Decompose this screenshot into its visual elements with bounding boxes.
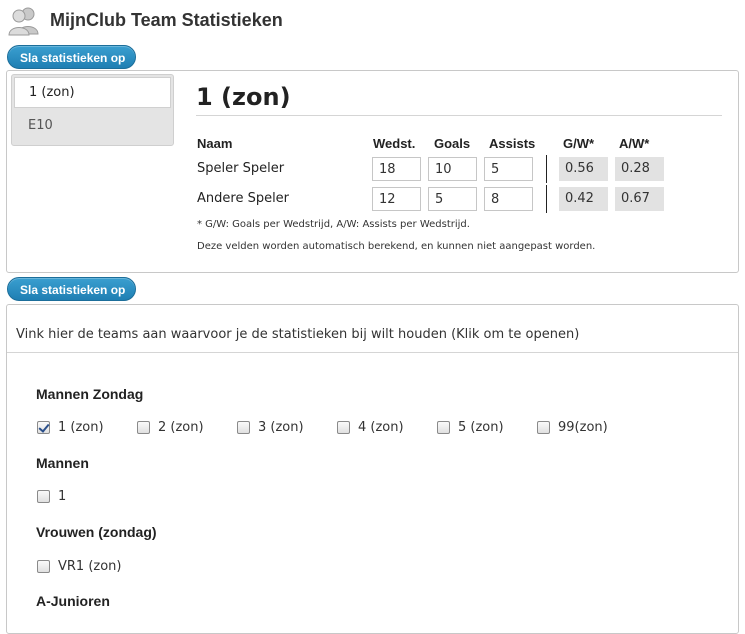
group-heading: A-Junioren <box>36 593 110 609</box>
checkbox[interactable] <box>37 560 50 573</box>
group-heading: Mannen <box>36 455 89 471</box>
group-heading: Vrouwen (zondag) <box>36 524 157 540</box>
group-heading: Mannen Zondag <box>36 386 144 402</box>
team-checkbox-label: 2 (zon) <box>158 420 204 435</box>
team-list-item[interactable]: 1 (zon) <box>14 77 171 108</box>
assists-input[interactable] <box>484 157 533 181</box>
team-list: 1 (zon) E10 <box>11 74 174 146</box>
checkbox[interactable] <box>237 421 250 434</box>
team-selection-instruction[interactable]: Vink hier de teams aan waarvoor je de st… <box>7 305 738 353</box>
team-checkbox-item[interactable]: 99(zon) <box>537 420 608 435</box>
matches-input[interactable] <box>372 157 421 181</box>
team-checkbox-item[interactable]: 2 (zon) <box>137 420 204 435</box>
page-title: MijnClub Team Statistieken <box>50 9 283 30</box>
matches-input[interactable] <box>372 187 421 211</box>
column-divider <box>546 185 547 213</box>
col-header-aw: A/W* <box>619 136 650 151</box>
team-checkbox-label: 4 (zon) <box>358 420 404 435</box>
col-header-matches: Wedst. <box>373 136 416 151</box>
team-checkbox-label: 99(zon) <box>558 420 608 435</box>
team-checkbox-label: 1 (zon) <box>58 420 104 435</box>
aw-value: 0.67 <box>615 187 664 211</box>
checkbox[interactable] <box>137 421 150 434</box>
col-header-goals: Goals <box>434 136 471 151</box>
team-checkbox-label: VR1 (zon) <box>58 559 122 574</box>
assists-input[interactable] <box>484 187 533 211</box>
page-header: MijnClub Team Statistieken <box>8 4 283 36</box>
goals-input[interactable] <box>428 187 477 211</box>
player-name: Andere Speler <box>197 191 290 206</box>
team-checkbox-label: 3 (zon) <box>258 420 304 435</box>
team-checkbox-item[interactable]: 4 (zon) <box>337 420 404 435</box>
team-checkbox-item[interactable]: 3 (zon) <box>237 420 304 435</box>
team-checkbox-item[interactable]: 1 (zon) <box>37 420 104 435</box>
checkbox[interactable] <box>437 421 450 434</box>
col-header-gw: G/W* <box>563 136 595 151</box>
checkbox[interactable] <box>537 421 550 434</box>
col-header-name: Naam <box>197 136 233 151</box>
checkbox[interactable] <box>37 421 50 434</box>
team-list-item[interactable]: E10 <box>14 110 171 142</box>
save-stats-button[interactable]: Sla statistieken op <box>7 277 136 301</box>
team-checkbox-label: 1 <box>58 489 67 504</box>
stats-panel: 1 (zon) E10 1 (zon) Naam Wedst. Goals As… <box>6 70 739 273</box>
autocalc-note: Deze velden worden automatisch berekend,… <box>197 241 596 252</box>
gw-value: 0.56 <box>559 157 608 181</box>
checkbox[interactable] <box>37 490 50 503</box>
player-name: Speler Speler <box>197 161 285 176</box>
users-icon <box>8 7 39 36</box>
team-checkbox-item[interactable]: 1 <box>37 489 66 504</box>
team-checkbox-item[interactable]: 5 (zon) <box>437 420 504 435</box>
team-checkbox-label: 5 (zon) <box>458 420 504 435</box>
column-divider <box>546 155 547 183</box>
goals-input[interactable] <box>428 157 477 181</box>
team-selection-panel: Vink hier de teams aan waarvoor je de st… <box>6 304 739 634</box>
footnote: * G/W: Goals per Wedstrijd, A/W: Assists… <box>197 219 470 230</box>
gw-value: 0.42 <box>559 187 608 211</box>
team-title: 1 (zon) <box>196 83 722 116</box>
team-checkbox-item[interactable]: VR1 (zon) <box>37 559 122 574</box>
save-stats-button[interactable]: Sla statistieken op <box>7 45 136 69</box>
checkbox[interactable] <box>337 421 350 434</box>
col-header-assists: Assists <box>489 136 536 151</box>
aw-value: 0.28 <box>615 157 664 181</box>
